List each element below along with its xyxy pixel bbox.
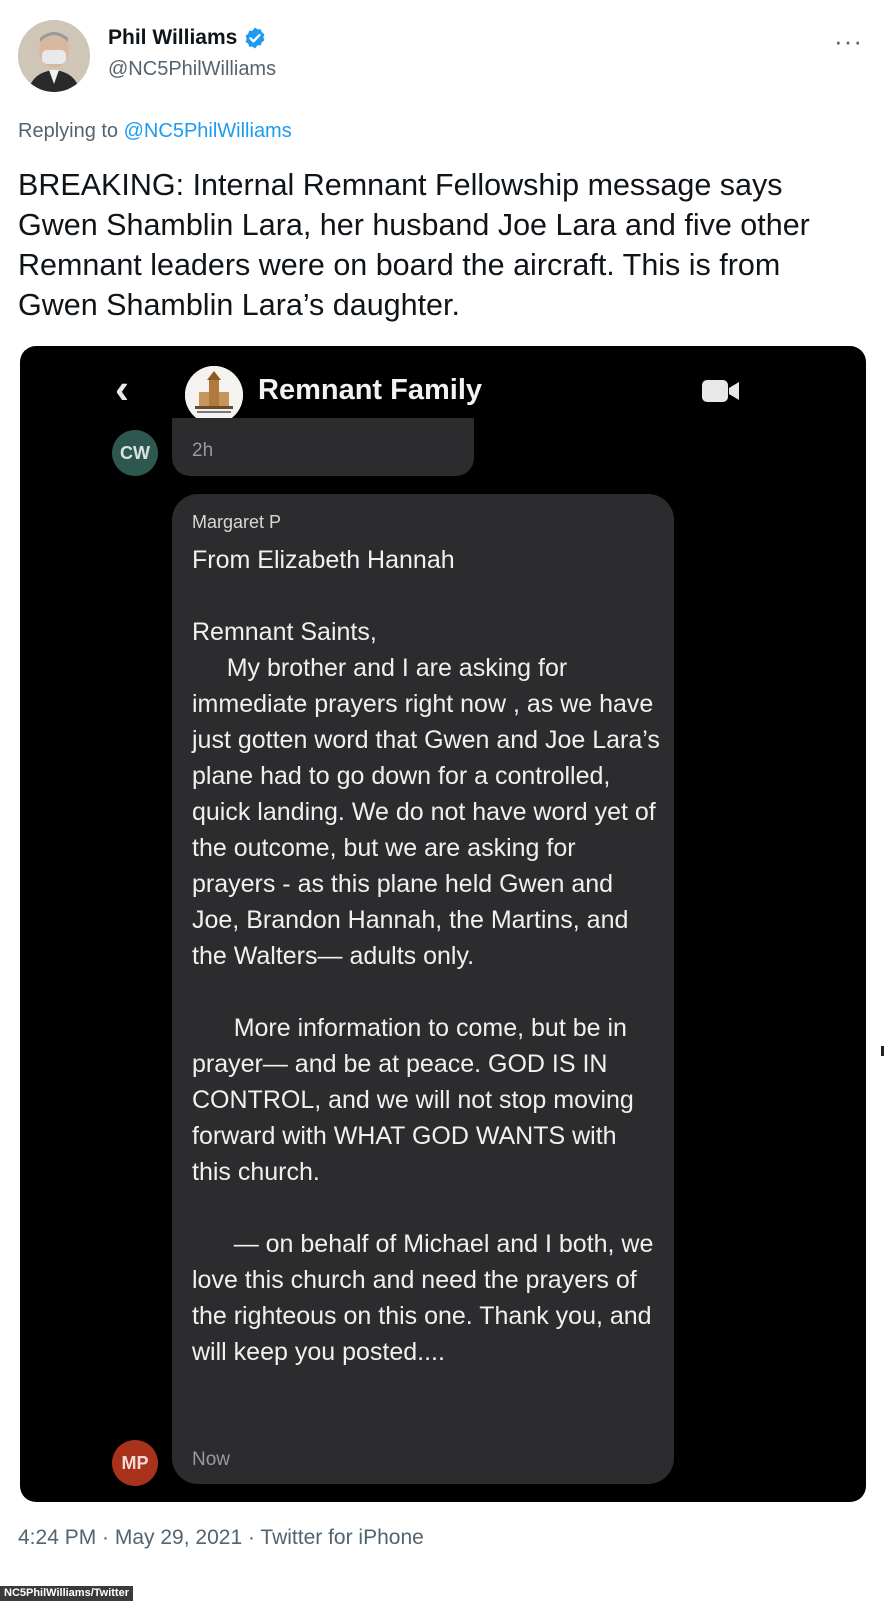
back-chevron-icon: ‹ [115, 365, 129, 412]
author-name-row: Phil Williams [108, 26, 267, 50]
church-logo-icon [185, 366, 243, 424]
message-bubble: Margaret P From Elizabeth Hannah Remnant… [172, 494, 674, 1484]
tweet-media-screenshot[interactable]: ‹ Remnant Family 2h CW Margaret P From E… [20, 346, 866, 1502]
verified-badge-icon [245, 27, 265, 49]
replying-to: Replying to @NC5PhilWilliams [18, 120, 292, 143]
image-credit: NC5PhilWilliams/Twitter [0, 1586, 133, 1601]
previous-message-time: 2h [192, 440, 214, 461]
author-avatar[interactable] [18, 20, 90, 92]
group-name: Remnant Family [258, 374, 482, 406]
edge-mark [881, 1046, 884, 1056]
message-body: From Elizabeth Hannah Remnant Saints, My… [192, 546, 660, 1366]
sender-avatar-mp: MP [112, 1440, 158, 1486]
more-options-icon[interactable]: ··· [834, 26, 863, 57]
sender-avatar-cw: CW [112, 430, 158, 476]
reply-target-link[interactable]: @NC5PhilWilliams [124, 120, 292, 142]
tweet-text: BREAKING: Internal Remnant Fellowship me… [18, 168, 810, 322]
author-name[interactable]: Phil Williams [108, 26, 237, 50]
replying-prefix: Replying to [18, 120, 124, 142]
tweet-timestamp[interactable]: 4:24 PM · May 29, 2021 · Twitter for iPh… [18, 1526, 424, 1550]
previous-message-bubble: 2h [172, 418, 474, 476]
author-handle[interactable]: @NC5PhilWilliams [108, 58, 276, 81]
message-sender: Margaret P [192, 512, 282, 532]
group-avatar [185, 366, 243, 424]
video-call-icon [702, 380, 739, 402]
message-time: Now [192, 1449, 231, 1470]
